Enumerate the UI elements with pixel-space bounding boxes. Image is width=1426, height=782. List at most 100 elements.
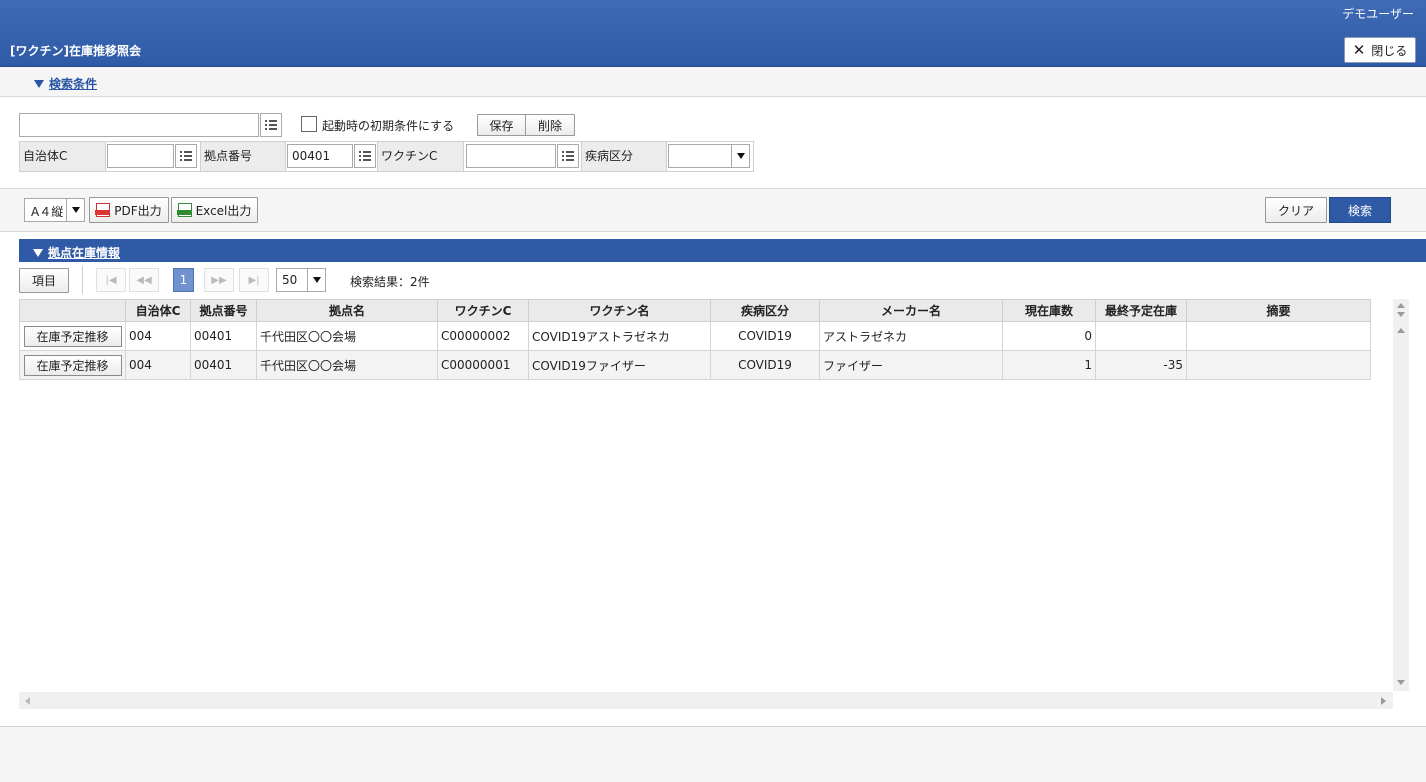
scroll-up-icon[interactable] [1397,303,1405,308]
municipality-input[interactable] [107,144,174,168]
user-name[interactable]: デモユーザー [1342,5,1414,22]
scroll-up-small-icon[interactable] [1397,328,1405,333]
paper-size-select[interactable]: A４縦 [24,198,85,222]
excel-icon [176,203,192,217]
column-header[interactable]: 拠点番号 [190,299,257,322]
site-no-list-button[interactable] [354,144,376,168]
site-no-cell: 00401 [190,350,257,380]
column-header[interactable]: 摘要 [1186,299,1371,322]
page-size-value: 50 [282,273,298,287]
site-no-label: 拠点番号 [200,142,286,171]
column-header [19,299,126,322]
site-no-input[interactable]: 00401 [287,144,353,168]
last-page-button[interactable]: ▶| [239,268,269,292]
close-button[interactable]: ✕ 閉じる [1344,37,1416,63]
excel-export-label: Excel出力 [195,203,252,218]
horizontal-scrollbar[interactable] [19,692,1393,709]
municipality-cell: 004 [125,350,191,380]
scroll-down-small-icon[interactable] [1397,312,1405,317]
initial-condition-label: 起動時の初期条件にする [322,119,455,133]
search-button[interactable]: 検索 [1329,197,1391,223]
paper-size-value: A４縦 [31,205,64,219]
scroll-right-icon[interactable] [1381,697,1386,705]
column-header[interactable]: ワクチン名 [528,299,711,322]
result-count: 検索結果：2件 [350,275,430,289]
table-row[interactable]: 在庫予定推移 004 00401 千代田区〇〇会場 C00000001 COVI… [19,350,1371,380]
vaccine-code-input[interactable] [466,144,556,168]
vaccine-code-label: ワクチンC [377,142,464,171]
action-cell: 在庫予定推移 [19,321,126,351]
dropdown-arrow-icon [731,145,749,167]
collapse-triangle-icon [33,249,43,257]
delete-button[interactable]: 削除 [525,114,575,136]
vaccine-code-list-button[interactable] [557,144,579,168]
current-page[interactable]: 1 [173,268,194,292]
first-page-icon: |◀ [105,274,117,286]
municipality-cell: 004 [125,321,191,351]
list-icon [265,120,277,122]
pdf-export-label: PDF出力 [114,203,162,218]
prev-page-icon: ◀◀ [136,274,152,286]
scroll-down-icon[interactable] [1397,680,1405,685]
table-row[interactable]: 在庫予定推移 004 00401 千代田区〇〇会場 C00000002 COVI… [19,321,1371,351]
vaccine-code-cell: C00000001 [437,350,529,380]
column-header[interactable]: メーカー名 [819,299,1003,322]
final-stock-cell: -35 [1095,350,1187,380]
next-page-icon: ▶▶ [211,274,227,286]
vaccine-code-cell: C00000002 [437,321,529,351]
stock-cell: 0 [1002,321,1096,351]
search-conditions-title: 検索条件 [49,77,98,91]
preset-list-button[interactable] [260,113,282,137]
preset-condition-input[interactable] [19,113,259,137]
column-header[interactable]: 疾病区分 [710,299,820,322]
note-cell [1186,350,1371,380]
stock-cell: 1 [1002,350,1096,380]
column-header[interactable]: 現在庫数 [1002,299,1096,322]
scroll-left-icon[interactable] [25,697,30,705]
next-page-button[interactable]: ▶▶ [204,268,234,292]
divider [82,266,83,294]
disease-select[interactable] [668,144,750,168]
app-header: デモユーザー [ワクチン]在庫推移照会 ✕ 閉じる [0,0,1426,67]
stock-info-toggle[interactable]: 拠点在庫情報 [33,244,120,261]
clear-button[interactable]: クリア [1265,197,1327,223]
stock-table: 自治体C 拠点番号 拠点名 ワクチンC ワクチン名 疾病区分 メーカー名 現在庫… [19,299,1371,380]
initial-condition-checkbox[interactable] [301,116,317,132]
search-conditions-header: 検索条件 [0,67,1426,97]
last-page-icon: ▶| [248,274,260,286]
close-label: 閉じる [1371,43,1408,58]
close-icon: ✕ [1352,40,1366,59]
prev-page-button[interactable]: ◀◀ [129,268,159,292]
disease-label: 疾病区分 [581,142,667,171]
action-toolbar: A４縦 PDF出力 Excel出力 クリア 検索 [0,188,1426,232]
note-cell [1186,321,1371,351]
stock-forecast-button[interactable]: 在庫予定推移 [23,325,122,347]
site-no-cell: 00401 [190,321,257,351]
column-header[interactable]: 最終予定在庫 [1095,299,1187,322]
disease-cell: COVID19 [710,321,820,351]
dropdown-arrow-icon [307,269,325,291]
table-header-row: 自治体C 拠点番号 拠点名 ワクチンC ワクチン名 疾病区分 メーカー名 現在庫… [19,299,1371,322]
list-icon [359,151,371,153]
search-fields-table: 自治体C 拠点番号 00401 ワクチンC 疾病区分 [19,141,754,172]
collapse-triangle-icon [34,80,44,88]
search-conditions-toggle[interactable]: 検索条件 [34,75,97,92]
excel-export-button[interactable]: Excel出力 [171,197,258,223]
column-header[interactable]: 拠点名 [256,299,438,322]
page-size-select[interactable]: 50 [276,268,326,292]
first-page-button[interactable]: |◀ [96,268,126,292]
vertical-scrollbar[interactable] [1393,299,1409,691]
save-button[interactable]: 保存 [477,114,526,136]
columns-button[interactable]: 項目 [19,268,69,293]
site-name-cell: 千代田区〇〇会場 [256,350,438,380]
stock-forecast-button[interactable]: 在庫予定推移 [23,354,122,376]
municipality-label: 自治体C [20,142,106,171]
final-stock-cell [1095,321,1187,351]
stock-info-title: 拠点在庫情報 [48,246,121,260]
pdf-export-button[interactable]: PDF出力 [89,197,169,223]
municipality-list-button[interactable] [175,144,197,168]
column-header[interactable]: ワクチンC [437,299,529,322]
vaccine-name-cell: COVID19アストラゼネカ [528,321,711,351]
list-icon [562,151,574,153]
column-header[interactable]: 自治体C [125,299,191,322]
